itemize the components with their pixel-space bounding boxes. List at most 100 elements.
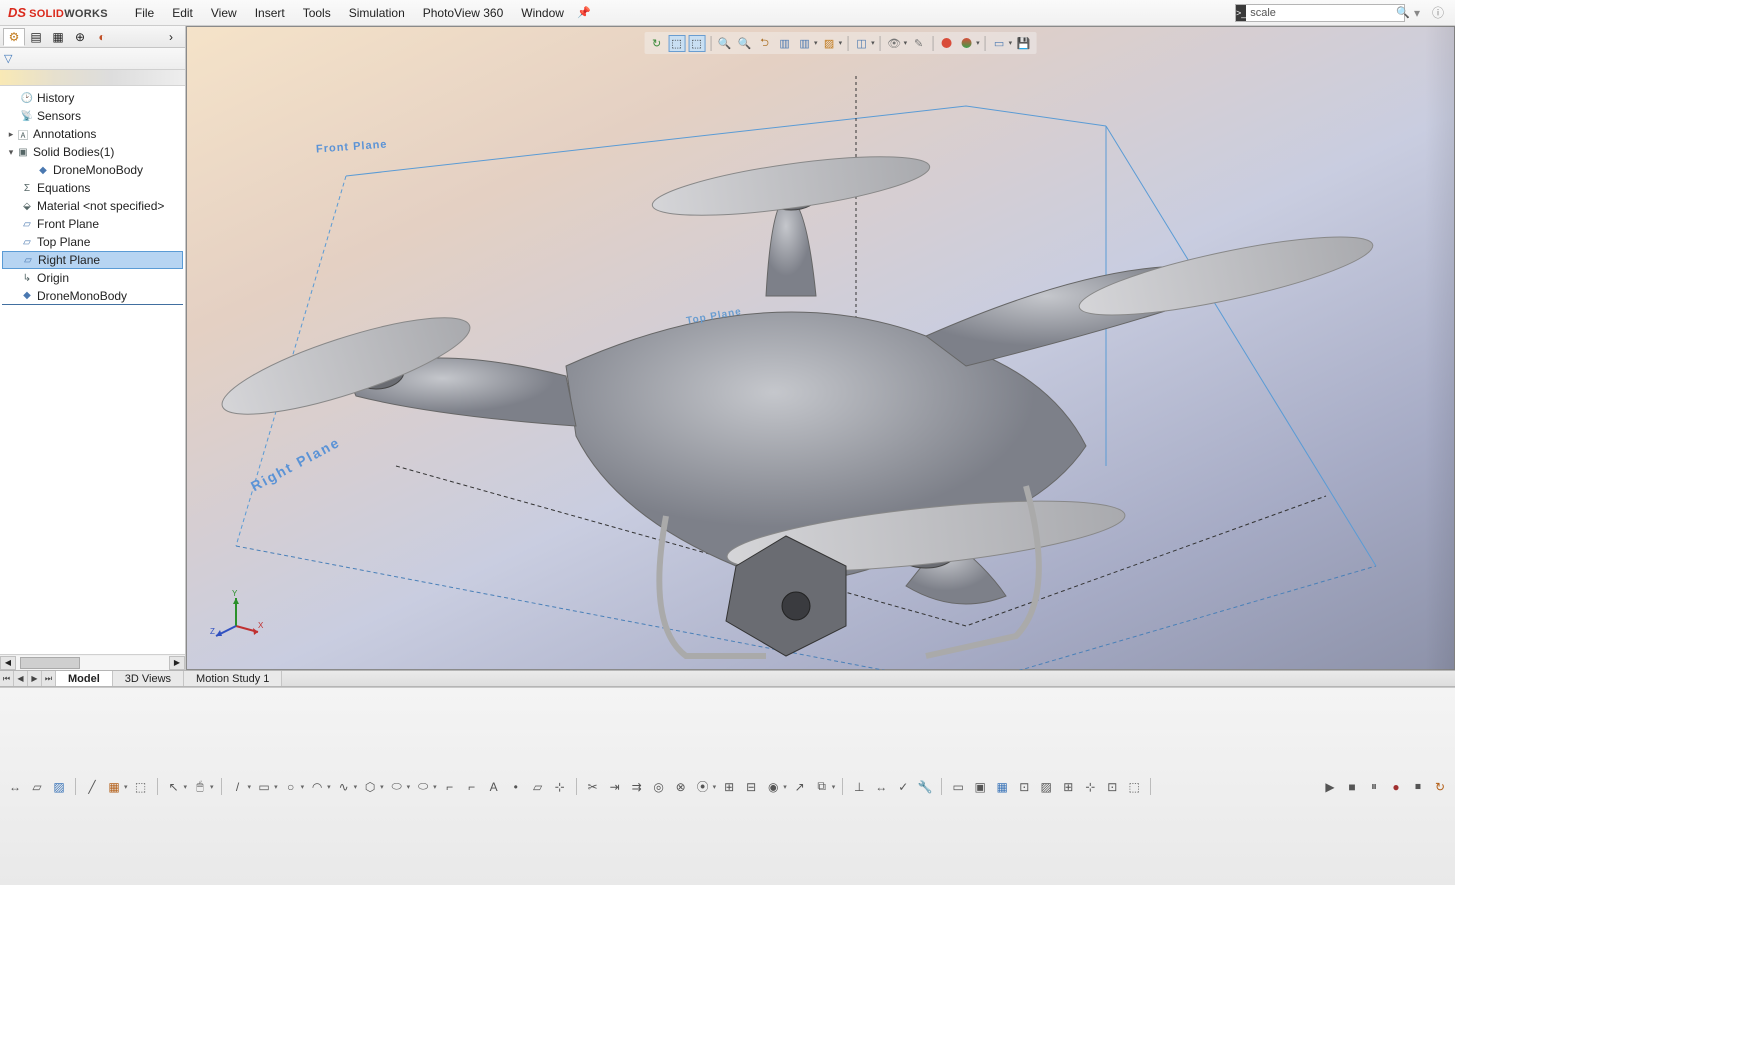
dimension-icon[interactable]: ↔: [872, 778, 890, 796]
display-style-button[interactable]: ▨: [821, 35, 838, 52]
redo-view-button[interactable]: ↻: [648, 35, 665, 52]
tree-solid-bodies[interactable]: ▾▣Solid Bodies(1): [2, 143, 183, 161]
chamfer-tool-icon[interactable]: ⌐: [463, 778, 481, 796]
menu-insert[interactable]: Insert: [246, 3, 294, 23]
tab-property-manager[interactable]: ▤: [25, 28, 47, 46]
cursor-button[interactable]: ↖: [165, 778, 183, 796]
tab-model[interactable]: Model: [56, 671, 113, 686]
circular-pattern-icon[interactable]: ◉: [764, 778, 782, 796]
copy-tool-icon[interactable]: ⧉: [813, 778, 831, 796]
pin-icon[interactable]: 📌: [577, 6, 591, 19]
relation-icon[interactable]: ⊥: [850, 778, 868, 796]
previous-view-button[interactable]: ⮌: [756, 35, 773, 52]
trim-tool-icon[interactable]: ✂: [584, 778, 602, 796]
tab-nav-next[interactable]: ▶: [28, 671, 42, 686]
panel-horizontal-scrollbar[interactable]: ◀ ▶: [0, 654, 185, 670]
perimeter-icon[interactable]: ⬚: [132, 778, 150, 796]
rapid-sketch-icon[interactable]: ▦: [993, 778, 1011, 796]
circle-tool-icon[interactable]: ○: [282, 778, 300, 796]
shaded-sketch-icon[interactable]: ▨: [1037, 778, 1055, 796]
menu-tools[interactable]: Tools: [294, 3, 340, 23]
scroll-thumb[interactable]: [20, 657, 80, 669]
slot-tool-icon[interactable]: ⬭: [414, 778, 432, 796]
3dsketch-icon[interactable]: ▨: [50, 778, 68, 796]
tree-feature-body[interactable]: ◆DroneMonoBody: [2, 287, 183, 305]
tab-display-manager[interactable]: ◐: [91, 28, 113, 46]
plane-tool-icon[interactable]: ▱: [529, 778, 547, 796]
sketch-icon[interactable]: ▱: [28, 778, 46, 796]
tree-material[interactable]: ⬙Material <not specified>: [2, 197, 183, 215]
tree-right-plane[interactable]: ▱Right Plane: [2, 251, 183, 269]
visibility-button[interactable]: 👁: [886, 35, 903, 52]
help-icon[interactable]: ⓘ: [1429, 4, 1447, 21]
tree-top-plane[interactable]: ▱Top Plane: [2, 233, 183, 251]
line-icon[interactable]: ╱: [83, 778, 101, 796]
construction-icon[interactable]: ⊡: [1103, 778, 1121, 796]
search-icon[interactable]: 🔍: [1396, 6, 1410, 19]
search-input[interactable]: [1246, 7, 1396, 19]
graphics-viewport[interactable]: ↻ ⬚ ⬚ 🔍 🔍 ⮌ ▥ ▥▾ ▨▾ ◫▾ 👁▾ ✎ ▾ ▭▾ 💾: [186, 26, 1455, 670]
quick-snaps-icon[interactable]: ⊹: [1081, 778, 1099, 796]
repair-sketch-icon[interactable]: 🔧: [916, 778, 934, 796]
orientation-triad[interactable]: X Y Z: [208, 586, 264, 642]
pattern-tool-icon[interactable]: ⊞: [720, 778, 738, 796]
tab-nav-prev[interactable]: ◀: [14, 671, 28, 686]
rectangle-tool-icon[interactable]: ▭: [255, 778, 273, 796]
zoom-to-fit-button[interactable]: 🔍: [716, 35, 733, 52]
centerline-tool-icon[interactable]: ⊹: [551, 778, 569, 796]
spline-tool-icon[interactable]: ∿: [335, 778, 353, 796]
arc-tool-icon[interactable]: ◠: [308, 778, 326, 796]
tab-3d-views[interactable]: 3D Views: [113, 671, 184, 686]
zoom-to-area-button[interactable]: 🔍: [736, 35, 753, 52]
tree-solid-body-child[interactable]: ◆DroneMonoBody: [2, 161, 183, 179]
tree-history[interactable]: 🕑History: [2, 89, 183, 107]
feature-tree[interactable]: 🕑History 📡Sensors ▸🄰Annotations ▾▣Solid …: [0, 86, 185, 670]
move-tool-icon[interactable]: ↗: [791, 778, 809, 796]
panel-expand-button[interactable]: ›: [160, 28, 182, 46]
offset-tool-icon[interactable]: ⇉: [628, 778, 646, 796]
sketch-block-icon[interactable]: ▣: [971, 778, 989, 796]
view-settings-button[interactable]: ▭: [991, 35, 1008, 52]
apply-scene-button[interactable]: [958, 35, 975, 52]
search-dropdown[interactable]: ▾: [1411, 6, 1423, 20]
view-orientation-button[interactable]: ⬚: [668, 35, 685, 52]
filter-icon[interactable]: ▽: [4, 52, 12, 65]
stop-button[interactable]: ⏹: [1409, 778, 1427, 796]
edit-appearance-button[interactable]: [938, 35, 955, 52]
point-tool-icon[interactable]: •: [507, 778, 525, 796]
pause-button[interactable]: ⏸: [1365, 778, 1383, 796]
scroll-right-button[interactable]: ▶: [169, 656, 185, 670]
ellipse-tool-icon[interactable]: ⬭: [388, 778, 406, 796]
menu-view[interactable]: View: [202, 3, 246, 23]
view-normal-icon[interactable]: ⬚: [1125, 778, 1143, 796]
menu-edit[interactable]: Edit: [163, 3, 202, 23]
scroll-left-button[interactable]: ◀: [0, 656, 16, 670]
command-search[interactable]: >_ 🔍: [1235, 4, 1405, 22]
fillet-tool-icon[interactable]: ⌐: [441, 778, 459, 796]
tree-origin[interactable]: ↳Origin: [2, 269, 183, 287]
line-tool-icon[interactable]: /: [229, 778, 247, 796]
intersect-tool-icon[interactable]: ⊗: [672, 778, 690, 796]
record-button[interactable]: ●: [1387, 778, 1405, 796]
tree-equations[interactable]: ΣEquations: [2, 179, 183, 197]
step-button[interactable]: ■: [1343, 778, 1361, 796]
view-orientation-dropdown[interactable]: ▥: [796, 35, 813, 52]
grid-icon[interactable]: ▦: [105, 778, 123, 796]
extend-tool-icon[interactable]: ⇥: [606, 778, 624, 796]
menu-simulation[interactable]: Simulation: [340, 3, 414, 23]
tab-dimxpert-manager[interactable]: ⊕: [69, 28, 91, 46]
replay-button[interactable]: ↻: [1431, 778, 1449, 796]
linear-pattern-icon[interactable]: ⊟: [742, 778, 760, 796]
tab-nav-first[interactable]: ⏮: [0, 671, 14, 686]
text-tool-icon[interactable]: A: [485, 778, 503, 796]
polygon-tool-icon[interactable]: ⬡: [361, 778, 379, 796]
mirror-tool-icon[interactable]: ⦿: [694, 778, 712, 796]
instant2d-icon[interactable]: ⊡: [1015, 778, 1033, 796]
expand-icon[interactable]: ▾: [6, 147, 16, 158]
tab-motion-study-1[interactable]: Motion Study 1: [184, 671, 282, 686]
section-view-button[interactable]: ▥: [776, 35, 793, 52]
tab-configuration-manager[interactable]: ▦: [47, 28, 69, 46]
tree-sensors[interactable]: 📡Sensors: [2, 107, 183, 125]
menu-window[interactable]: Window: [512, 3, 573, 23]
menu-photoview360[interactable]: PhotoView 360: [414, 3, 513, 23]
